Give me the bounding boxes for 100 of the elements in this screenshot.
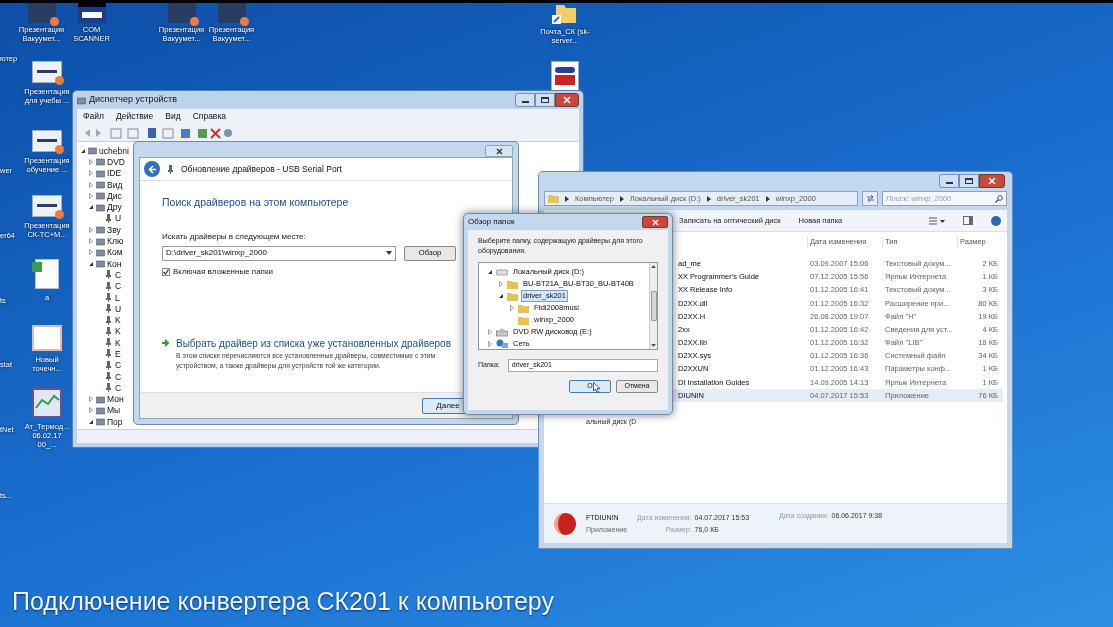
scroll-up-icon[interactable] xyxy=(651,265,656,268)
plug-icon xyxy=(104,372,113,382)
close-icon xyxy=(988,177,996,185)
choose-driver-link[interactable]: Выбрать драйвер из списка уже установленных драйверов xyxy=(176,335,451,351)
preview-pane-icon[interactable] xyxy=(963,216,973,225)
tree-item[interactable]: E xyxy=(115,349,121,359)
tree-item[interactable]: K xyxy=(115,326,121,337)
checkbox[interactable] xyxy=(162,267,170,276)
presentation-icon[interactable] xyxy=(32,195,62,217)
mouse-cursor-icon xyxy=(593,382,601,393)
tree-item[interactable]: Ком xyxy=(107,247,123,258)
refresh-button[interactable] xyxy=(862,191,878,206)
tree-item[interactable]: Мы xyxy=(107,405,121,416)
close-icon xyxy=(563,96,571,104)
expand-arrow-icon[interactable] xyxy=(487,329,493,335)
folder-shortcut-icon[interactable] xyxy=(552,3,578,25)
tree-item[interactable]: Пор xyxy=(107,416,123,427)
tree-item[interactable]: Дру xyxy=(107,202,122,213)
tree-item[interactable]: U xyxy=(115,303,122,314)
tree-item[interactable]: C xyxy=(115,360,122,371)
breadcrumb-separator-icon xyxy=(706,195,711,202)
tree-item[interactable]: C xyxy=(115,281,122,292)
chart-app-icon[interactable] xyxy=(32,388,62,418)
tree-item[interactable]: Клю xyxy=(107,236,124,246)
expand-arrow-icon[interactable] xyxy=(88,226,94,233)
browse-button[interactable]: Обзор xyxy=(404,245,456,261)
video-caption: Подключение конвертера СК201 к компьютеру xyxy=(12,587,554,615)
tree-item[interactable]: Мон xyxy=(107,394,124,405)
toolbar-icons-drawing[interactable] xyxy=(83,126,233,139)
menu-item[interactable]: Действие xyxy=(115,110,154,123)
expand-arrow-icon[interactable] xyxy=(88,158,94,165)
presentation-icon[interactable] xyxy=(27,3,56,23)
tree-item[interactable]: C xyxy=(115,269,122,280)
menu-item[interactable]: Файл xyxy=(83,110,104,123)
expand-arrow-icon[interactable] xyxy=(88,249,94,256)
maximize-button[interactable] xyxy=(959,174,979,188)
expand-arrow-icon[interactable] xyxy=(88,181,94,188)
view-options-icon[interactable] xyxy=(929,216,945,225)
tree-item[interactable]: L xyxy=(115,292,120,303)
collapse-arrow-icon[interactable] xyxy=(80,147,86,154)
minimize-button[interactable] xyxy=(515,93,535,107)
collapse-arrow-icon[interactable] xyxy=(498,293,504,299)
presentation-icon[interactable] xyxy=(217,3,246,23)
plug-icon xyxy=(104,326,113,336)
close-button[interactable] xyxy=(485,145,513,157)
tree-item[interactable]: K xyxy=(115,315,121,326)
tree-item[interactable]: Дис xyxy=(107,190,122,201)
minimize-button[interactable] xyxy=(939,174,959,188)
collapse-arrow-icon[interactable] xyxy=(88,418,94,425)
serial-port-icon[interactable] xyxy=(77,3,106,23)
plug-icon xyxy=(104,338,113,348)
expand-arrow-icon[interactable] xyxy=(498,281,504,287)
tree-item[interactable]: Кон xyxy=(107,258,122,269)
breadcrumb-separator-icon xyxy=(765,195,770,202)
presentation-icon[interactable] xyxy=(167,3,196,23)
menu-item[interactable]: Справка xyxy=(192,110,227,123)
expand-arrow-icon[interactable] xyxy=(88,192,94,199)
presentation-icon[interactable] xyxy=(32,61,62,83)
tree-item[interactable]: DVD xyxy=(107,156,125,167)
expand-arrow-icon[interactable] xyxy=(88,170,94,177)
menu-item[interactable]: Вид xyxy=(165,110,181,123)
collapse-arrow-icon[interactable] xyxy=(487,269,493,275)
expand-arrow-icon[interactable] xyxy=(88,407,94,414)
plug-icon xyxy=(104,360,113,370)
collapse-arrow-icon[interactable] xyxy=(88,204,94,211)
plug-icon xyxy=(104,293,113,302)
dialog-title: Обзор папок xyxy=(468,216,515,228)
drive-icon xyxy=(496,268,508,276)
collapse-arrow-icon[interactable] xyxy=(88,260,94,267)
checkbox-label: Включая вложенные папки xyxy=(173,265,273,278)
back-button[interactable] xyxy=(144,161,160,177)
folder-icon xyxy=(548,194,559,203)
folder-icon xyxy=(518,303,529,313)
tree-item[interactable]: C xyxy=(115,382,122,393)
tree-item[interactable]: C xyxy=(115,371,122,382)
expand-arrow-icon[interactable] xyxy=(88,396,94,403)
expand-arrow-icon[interactable] xyxy=(487,341,493,347)
dvd-drive-icon xyxy=(496,327,508,337)
plug-icon xyxy=(104,270,113,280)
tree-item[interactable]: K xyxy=(115,337,121,348)
tree-item[interactable]: uchebni xyxy=(99,145,129,156)
expand-arrow-icon[interactable] xyxy=(509,305,515,311)
tree-item[interactable]: U xyxy=(115,213,122,224)
document-icon[interactable] xyxy=(35,259,59,289)
scroll-down-icon[interactable] xyxy=(651,344,656,347)
path-combo-box[interactable]: D:\driver_sk201\winxp_2000 xyxy=(162,245,396,261)
folder-icon xyxy=(518,315,529,325)
maximize-button[interactable] xyxy=(535,93,555,107)
scrollbar[interactable] xyxy=(649,263,657,349)
plug-icon xyxy=(104,383,113,393)
close-button[interactable] xyxy=(555,93,579,107)
window-title: Диспетчер устройств xyxy=(89,93,177,107)
expand-arrow-icon[interactable] xyxy=(88,238,94,244)
tree-item[interactable]: Вид xyxy=(107,179,123,190)
tree-item[interactable]: IDE xyxy=(107,168,122,179)
presentation-icon[interactable] xyxy=(32,130,62,152)
tree-item[interactable]: Зву xyxy=(107,224,121,235)
close-button[interactable] xyxy=(979,174,1005,188)
close-button[interactable] xyxy=(642,216,668,228)
plug-icon xyxy=(104,349,113,359)
